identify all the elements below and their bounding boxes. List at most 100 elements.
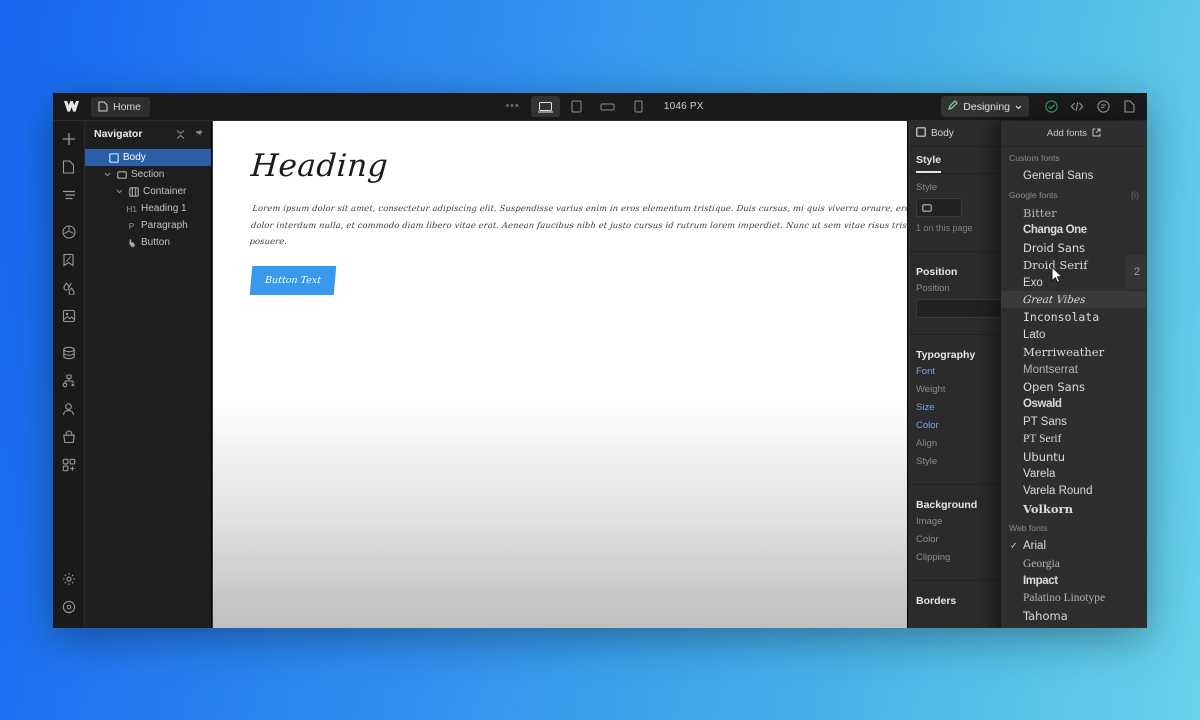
font-option-times-new-roman[interactable]: Times New Roman <box>1001 624 1147 628</box>
font-option-montserrat[interactable]: Montserrat <box>1001 361 1147 378</box>
variables-icon[interactable] <box>56 275 82 301</box>
components-icon[interactable] <box>56 219 82 245</box>
font-option-palatino-linotype[interactable]: Palatino Linotype <box>1001 590 1147 607</box>
add-fonts-label: Add fonts <box>1046 128 1088 139</box>
font-option-label: Arial <box>1023 540 1047 553</box>
database-icon[interactable] <box>56 340 82 366</box>
overflow-dots-icon[interactable]: ••• <box>496 101 529 112</box>
group-title: Google fonts <box>1009 190 1058 201</box>
tree-item-body[interactable]: Body <box>85 149 211 166</box>
breakpoint-tablet[interactable] <box>562 96 591 117</box>
navigator-title: Navigator <box>94 128 143 140</box>
bg-color-label[interactable]: Color <box>916 534 960 545</box>
collapse-all-icon[interactable] <box>174 128 186 140</box>
font-option-pt-sans[interactable]: PT Sans <box>1001 413 1147 430</box>
font-option-label: Montserrat <box>1023 363 1078 376</box>
font-option-label: Volkorn <box>1023 501 1073 516</box>
font-option-great-vibes[interactable]: Great Vibes <box>1001 291 1147 309</box>
font-option-bitter[interactable]: Bitter <box>1001 204 1147 221</box>
side-badge-count[interactable]: 2 <box>1126 255 1147 289</box>
webflow-logo-icon[interactable] <box>53 93 89 120</box>
chevron-down-icon[interactable] <box>114 189 124 194</box>
font-option-label: Droid Sans <box>1023 240 1086 255</box>
font-option-droid-sans[interactable]: Droid Sans <box>1001 239 1147 256</box>
tree-item-button[interactable]: Button <box>85 234 211 251</box>
style-label[interactable]: Style <box>916 456 954 467</box>
font-option-arial[interactable]: ✓ Arial <box>1001 537 1147 554</box>
font-option-inconsolata[interactable]: Inconsolata <box>1001 309 1147 326</box>
font-dropdown[interactable]: Add fonts Custom fonts General Sans Goog… <box>1000 121 1147 628</box>
font-option-label: Palatino Linotype <box>1023 592 1106 605</box>
logic-icon[interactable] <box>56 368 82 394</box>
style-selectors-icon[interactable] <box>56 247 82 273</box>
font-option-label: Oswald <box>1023 398 1062 411</box>
font-option-georgia[interactable]: Georgia <box>1001 555 1147 572</box>
left-icon-rail <box>53 121 85 628</box>
user-icon[interactable] <box>56 396 82 422</box>
design-canvas[interactable]: Heading Lorem ipsum dolor sit amet, cons… <box>212 121 907 628</box>
size-label[interactable]: Size <box>916 402 954 413</box>
code-icon[interactable] <box>1065 96 1089 118</box>
font-option-merriweather[interactable]: Merriweather <box>1001 344 1147 361</box>
font-option-general-sans[interactable]: General Sans <box>1001 167 1147 184</box>
tree-item-heading-1[interactable]: H1 Heading 1 <box>85 200 211 217</box>
font-option-varela-round[interactable]: Varela Round <box>1001 483 1147 500</box>
font-label[interactable]: Font <box>916 366 954 377</box>
position-select[interactable] <box>916 299 1008 318</box>
audit-check-icon[interactable] <box>1039 96 1063 118</box>
selector-box[interactable] <box>916 198 962 217</box>
page-chip-label: Home <box>113 100 142 113</box>
font-option-changa-one[interactable]: Changa One <box>1001 222 1147 239</box>
preview-icon[interactable] <box>1117 96 1141 118</box>
viewport-width-label: 1046 PX <box>663 101 704 112</box>
font-option-tahoma[interactable]: Tahoma <box>1001 607 1147 624</box>
mode-switcher-button[interactable]: Designing <box>941 96 1029 117</box>
comment-icon[interactable] <box>1091 96 1115 118</box>
tree-item-section[interactable]: Section <box>85 166 211 183</box>
breakpoint-mobile-landscape[interactable] <box>593 96 622 117</box>
font-option-lato[interactable]: Lato <box>1001 326 1147 343</box>
font-option-oswald[interactable]: Oswald <box>1001 396 1147 413</box>
cart-icon[interactable] <box>56 424 82 450</box>
font-option-open-sans[interactable]: Open Sans <box>1001 378 1147 395</box>
font-option-volkorn[interactable]: Volkorn <box>1001 500 1147 517</box>
button-icon <box>126 238 137 248</box>
page-chip[interactable]: Home <box>91 96 151 117</box>
selector-chip-label: Body <box>931 128 954 139</box>
pages-icon[interactable] <box>56 154 82 180</box>
color-label[interactable]: Color <box>916 420 954 431</box>
font-option-pt-serif[interactable]: PT Serif <box>1001 430 1147 447</box>
assets-icon[interactable] <box>56 303 82 329</box>
font-option-label: Great Vibes <box>1022 294 1087 307</box>
canvas-heading[interactable]: Heading <box>250 148 907 185</box>
gear-icon[interactable] <box>56 566 82 592</box>
font-option-impact[interactable]: Impact <box>1001 572 1147 589</box>
chevron-down-icon[interactable] <box>102 172 112 177</box>
navigator-icon[interactable] <box>56 182 82 208</box>
apps-icon[interactable] <box>56 452 82 478</box>
plus-icon[interactable] <box>56 126 82 152</box>
pin-icon[interactable] <box>192 128 204 140</box>
font-option-label: Exo <box>1023 276 1043 289</box>
info-icon[interactable]: (i) <box>1131 190 1139 200</box>
breakpoint-desktop[interactable] <box>530 96 560 117</box>
canvas-paragraph[interactable]: Lorem ipsum dolor sit amet, consectetur … <box>249 200 907 250</box>
navigator-tree: Body Section Container H1 Heading 1 P Pa… <box>85 147 211 251</box>
tab-style[interactable]: Style <box>916 154 942 173</box>
canvas-button[interactable]: Button Text <box>249 266 337 296</box>
clipping-label[interactable]: Clipping <box>916 552 960 563</box>
tree-item-label: Container <box>143 186 187 197</box>
add-fonts-button[interactable]: Add fonts <box>1001 121 1147 147</box>
weight-label[interactable]: Weight <box>916 384 954 395</box>
tree-item-paragraph[interactable]: P Paragraph <box>85 217 211 234</box>
navigator-panel: Navigator Body Section Container H1 Head… <box>85 121 212 628</box>
help-icon[interactable] <box>56 594 82 620</box>
font-option-ubuntu[interactable]: Ubuntu <box>1001 448 1147 465</box>
breakpoint-mobile-portrait[interactable] <box>624 96 653 117</box>
font-list[interactable]: Custom fonts General Sans Google fonts (… <box>1001 147 1147 628</box>
align-label[interactable]: Align <box>916 438 954 449</box>
mode-label: Designing <box>963 100 1010 113</box>
font-option-varela[interactable]: Varela <box>1001 465 1147 482</box>
image-label[interactable]: Image <box>916 516 960 527</box>
tree-item-container[interactable]: Container <box>85 183 211 200</box>
